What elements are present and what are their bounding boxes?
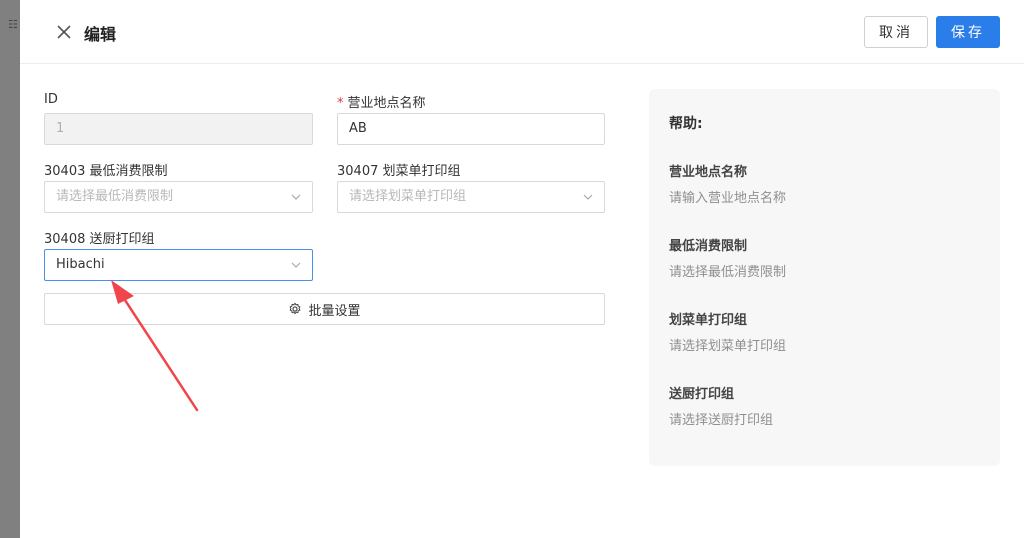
drawer-title: 编辑: [84, 25, 117, 44]
drawer-header: 编辑 取消 保存: [20, 0, 1024, 64]
chevron-down-icon: [291, 262, 301, 268]
save-button[interactable]: 保存: [936, 16, 1000, 48]
chevron-down-icon: [291, 194, 301, 200]
help-panel: 帮助: 营业地点名称 请输入营业地点名称 最低消费限制 请选择最低消费限制 划菜…: [649, 89, 1000, 466]
id-label: ID: [44, 92, 58, 107]
min-spend-placeholder: 请选择最低消费限制: [56, 189, 174, 204]
help-item-desc: 请输入营业地点名称: [669, 191, 787, 206]
kitchen-value: Hibachi: [56, 257, 105, 272]
required-marker: *: [337, 96, 344, 111]
min-spend-select[interactable]: 请选择最低消费限制: [44, 181, 313, 213]
name-label: * 营业地点名称: [337, 92, 426, 111]
kitchen-label: 30408 送厨打印组: [44, 232, 155, 247]
batch-settings-button[interactable]: 批量设置: [44, 293, 605, 325]
help-item-desc: 请选择划菜单打印组: [669, 339, 787, 354]
name-label-text: 营业地点名称: [347, 96, 426, 111]
name-value: AB: [349, 121, 367, 136]
close-icon[interactable]: [54, 22, 74, 42]
help-item-title: 最低消费限制: [669, 239, 748, 254]
checkoff-select[interactable]: 请选择划菜单打印组: [337, 181, 605, 213]
cancel-button[interactable]: 取消: [864, 16, 928, 48]
help-item-title: 送厨打印组: [669, 387, 735, 402]
name-field[interactable]: AB: [337, 113, 605, 145]
background-page: ☷: [0, 0, 20, 538]
background-icon: ☷: [8, 18, 18, 31]
edit-drawer: 编辑 取消 保存 ID 1 * 营业地点名称 AB 30403 最低消费限制 请选…: [20, 0, 1024, 538]
help-item-title: 划菜单打印组: [669, 313, 748, 328]
id-value: 1: [56, 121, 65, 136]
kitchen-select[interactable]: Hibachi: [44, 249, 313, 281]
checkoff-placeholder: 请选择划菜单打印组: [349, 189, 467, 204]
batch-settings-label: 批量设置: [308, 303, 361, 319]
id-field: 1: [44, 113, 313, 145]
help-item-desc: 请选择送厨打印组: [669, 413, 774, 428]
help-item-title: 营业地点名称: [669, 165, 748, 180]
checkoff-label: 30407 划菜单打印组: [337, 164, 461, 179]
chevron-down-icon: [583, 194, 593, 200]
gear-icon: [290, 302, 301, 315]
help-item-desc: 请选择最低消费限制: [669, 265, 787, 280]
help-title: 帮助:: [669, 116, 703, 132]
min-spend-label: 30403 最低消费限制: [44, 164, 168, 179]
